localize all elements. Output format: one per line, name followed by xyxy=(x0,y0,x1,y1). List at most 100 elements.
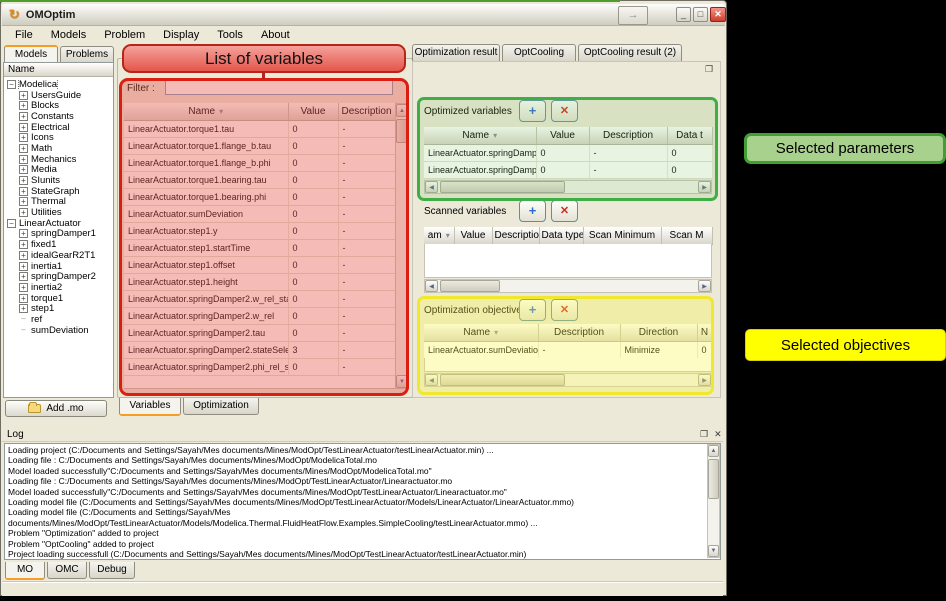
variable-row[interactable]: LinearActuator.step1.startTime 0 - xyxy=(124,239,395,256)
tree-expand-toggle-icon[interactable] xyxy=(19,326,28,335)
column-header-name[interactable]: Name▾ xyxy=(424,324,538,341)
scanned-variables-hscrollbar[interactable]: ◀ ▶ xyxy=(424,279,712,293)
tree-item[interactable]: LinearActuator xyxy=(4,218,113,229)
tree-expand-toggle-icon[interactable] xyxy=(7,80,16,89)
tree-expand-toggle-icon[interactable] xyxy=(19,283,28,292)
add-optimized-variable-button[interactable]: + xyxy=(519,100,546,122)
scroll-down-icon[interactable]: ▼ xyxy=(396,375,408,388)
column-header-datatype[interactable]: Data type xyxy=(539,227,583,244)
tree-item[interactable]: step1 xyxy=(4,303,113,314)
tab-optimization[interactable]: Optimization xyxy=(183,398,259,415)
column-header-n[interactable]: N xyxy=(697,324,712,341)
variable-row[interactable]: LinearActuator.step1.y 0 - xyxy=(124,222,395,239)
variable-row[interactable]: LinearActuator.sumDeviation 0 - xyxy=(124,205,395,222)
variable-row[interactable]: LinearActuator.torque1.bearing.tau 0 - xyxy=(124,171,395,188)
scrollbar-thumb[interactable] xyxy=(708,459,719,499)
tab-variables[interactable]: Variables xyxy=(119,398,181,416)
optimized-variable-row[interactable]: LinearActuator.springDamper2.d 0 - 0 xyxy=(424,144,712,161)
tree-item[interactable]: Mechanics xyxy=(4,154,113,165)
close-panel-icon[interactable]: ✕ xyxy=(714,429,722,440)
scroll-down-icon[interactable]: ▼ xyxy=(708,545,719,557)
tree-item[interactable]: Blocks xyxy=(4,100,113,111)
column-header-scan-minimum[interactable]: Scan Minimum xyxy=(583,227,661,244)
variable-row[interactable]: LinearActuator.springDamper2.w_rel 0 - xyxy=(124,307,395,324)
tree-expand-toggle-icon[interactable] xyxy=(19,229,28,238)
remove-optimized-variable-button[interactable]: ✕ xyxy=(551,100,578,122)
tree-item[interactable]: inertia2 xyxy=(4,282,113,293)
tree-expand-toggle-icon[interactable] xyxy=(19,240,28,249)
scroll-right-icon[interactable]: ▶ xyxy=(698,280,711,292)
column-header-name[interactable]: am▾ xyxy=(424,227,454,244)
variables-scrollbar[interactable]: ▲ ▼ xyxy=(395,103,409,389)
column-header-scan-maximum[interactable]: Scan M xyxy=(661,227,712,244)
tree-expand-toggle-icon[interactable] xyxy=(19,165,28,174)
variable-row[interactable]: LinearActuator.step1.height 0 - xyxy=(124,273,395,290)
variable-row[interactable]: LinearActuator.springDamper2.stateSelect… xyxy=(124,341,395,358)
tree-expand-toggle-icon[interactable] xyxy=(19,315,28,324)
tree-item[interactable]: Thermal xyxy=(4,197,113,208)
float-panel-icon[interactable]: ❐ xyxy=(700,429,708,440)
scrollbar-thumb[interactable] xyxy=(396,119,408,143)
column-header-name[interactable]: Name▾ xyxy=(124,103,288,120)
column-header-value[interactable]: Value xyxy=(536,127,589,144)
menu-item[interactable]: Models xyxy=(42,28,95,42)
tree-expand-toggle-icon[interactable] xyxy=(7,219,16,228)
variable-row[interactable]: LinearActuator.torque1.tau 0 - xyxy=(124,120,395,137)
tree-item[interactable]: Constants xyxy=(4,111,113,122)
tree-expand-toggle-icon[interactable] xyxy=(19,123,28,132)
scroll-up-icon[interactable]: ▲ xyxy=(708,445,719,457)
close-button[interactable]: ✕ xyxy=(710,7,726,22)
tree-item[interactable]: Media xyxy=(4,165,113,176)
tree-expand-toggle-icon[interactable] xyxy=(19,251,28,260)
tab-optcooling-result-2[interactable]: OptCooling result (2) xyxy=(578,44,682,61)
tree-expand-toggle-icon[interactable] xyxy=(19,133,28,142)
tree-item[interactable]: Utilities xyxy=(4,207,113,218)
tree-item[interactable]: springDamper1 xyxy=(4,229,113,240)
column-header-value[interactable]: Value xyxy=(454,227,492,244)
tree-item[interactable]: springDamper2 xyxy=(4,271,113,282)
scroll-right-icon[interactable]: ▶ xyxy=(698,374,711,386)
filter-input[interactable] xyxy=(165,80,393,95)
tab-problems[interactable]: Problems xyxy=(60,46,114,62)
variable-row[interactable]: LinearActuator.springDamper2.w_rel_start… xyxy=(124,290,395,307)
column-header-value[interactable]: Value xyxy=(288,103,338,120)
tree-item[interactable]: idealGearR2T1 xyxy=(4,250,113,261)
objectives-hscrollbar[interactable]: ◀ ▶ xyxy=(424,373,712,387)
column-header-datatype[interactable]: Data t xyxy=(667,127,712,144)
maximize-button[interactable]: □ xyxy=(693,7,708,22)
tree-column-header[interactable]: Name xyxy=(4,63,113,77)
tab-optcooling-result[interactable]: OptCooling result xyxy=(502,44,576,61)
tab-debug[interactable]: Debug xyxy=(89,562,135,579)
scroll-left-icon[interactable]: ◀ xyxy=(425,280,438,292)
minimize-button[interactable]: _ xyxy=(676,7,691,22)
scroll-left-icon[interactable]: ◀ xyxy=(425,374,438,386)
scrollbar-thumb[interactable] xyxy=(440,181,565,193)
add-scanned-variable-button[interactable]: + xyxy=(519,200,546,222)
tree-expand-toggle-icon[interactable] xyxy=(19,176,28,185)
objective-row[interactable]: LinearActuator.sumDeviation - Minimize 0 xyxy=(424,341,712,358)
column-header-description[interactable]: Description xyxy=(589,127,667,144)
tree-item[interactable]: Math xyxy=(4,143,113,154)
tree-expand-toggle-icon[interactable] xyxy=(19,91,28,100)
column-header-description[interactable]: Description xyxy=(538,324,620,341)
menu-item[interactable]: Display xyxy=(154,28,208,42)
tree-expand-toggle-icon[interactable] xyxy=(19,197,28,206)
tree-item[interactable]: torque1 xyxy=(4,293,113,304)
remove-scanned-variable-button[interactable]: ✕ xyxy=(551,200,578,222)
tree-item[interactable]: Icons xyxy=(4,132,113,143)
menu-item[interactable]: Tools xyxy=(208,28,252,42)
variable-row[interactable]: LinearActuator.step1.offset 0 - xyxy=(124,256,395,273)
variable-row[interactable]: LinearActuator.springDamper2.tau 0 - xyxy=(124,324,395,341)
variable-row[interactable]: LinearActuator.torque1.flange_b.phi 0 - xyxy=(124,154,395,171)
tree-item[interactable]: inertia1 xyxy=(4,261,113,272)
tree-item[interactable]: UsersGuide xyxy=(4,90,113,101)
remove-objective-button[interactable]: ✕ xyxy=(551,299,578,321)
menu-item[interactable]: File xyxy=(6,28,42,42)
float-pane-icon[interactable]: ❐ xyxy=(705,64,713,75)
log-scrollbar[interactable]: ▲ ▼ xyxy=(707,444,720,558)
tab-omc[interactable]: OMC xyxy=(47,562,87,579)
optimized-variable-row[interactable]: LinearActuator.springDamper1.d 0 - 0 xyxy=(424,161,712,178)
tree-expand-toggle-icon[interactable] xyxy=(19,208,28,217)
tree-expand-toggle-icon[interactable] xyxy=(19,155,28,164)
tree-expand-toggle-icon[interactable] xyxy=(19,272,28,281)
